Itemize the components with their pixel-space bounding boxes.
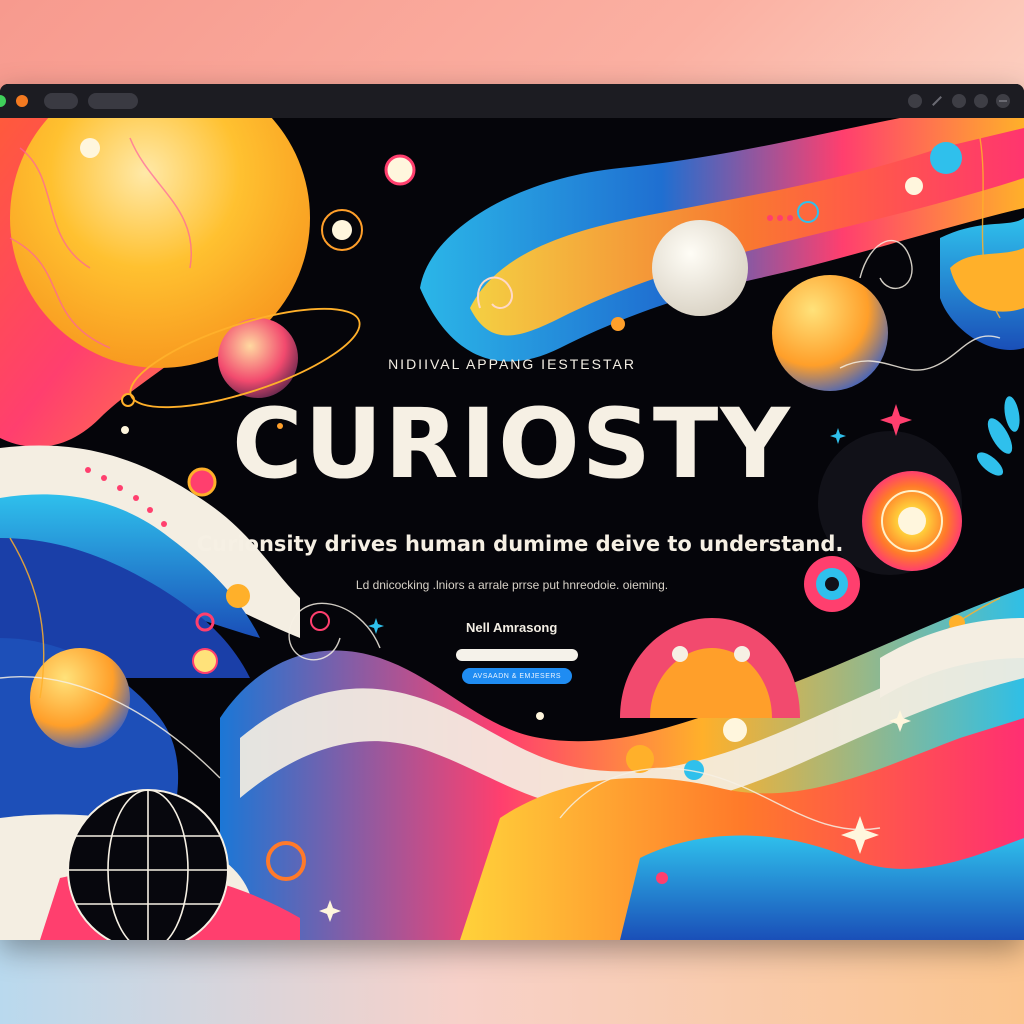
background-glow bbox=[0, 934, 1024, 1024]
browser-window: NIDIIVAL APPANG IESTESTAR CURIOSTY Curio… bbox=[0, 84, 1024, 940]
email-field[interactable] bbox=[456, 649, 578, 661]
hero-subtitle: Curionsity drives human dumime deive to … bbox=[196, 532, 844, 556]
maximize-dot-icon[interactable] bbox=[0, 95, 6, 107]
abstract-space-illustration bbox=[0, 118, 1024, 940]
title-bar bbox=[0, 84, 1024, 119]
hero-eyebrow: NIDIIVAL APPANG IESTESTAR bbox=[388, 356, 636, 372]
hero-tagline: Ld dnicocking .lniors a arrale prrse put… bbox=[355, 578, 669, 592]
minimize-dot-icon[interactable] bbox=[16, 95, 28, 107]
back-icon[interactable] bbox=[908, 94, 922, 108]
circle-icon[interactable] bbox=[974, 94, 988, 108]
author-name: Nell Amrasong bbox=[466, 620, 558, 635]
hero-canvas: NIDIIVAL APPANG IESTESTAR CURIOSTY Curio… bbox=[0, 118, 1024, 940]
hero-title: CURIOSTY bbox=[232, 388, 792, 500]
cta-button[interactable]: AVSAADN & EMJESERS bbox=[462, 668, 572, 684]
circle-icon[interactable] bbox=[952, 94, 966, 108]
minimize-icon[interactable] bbox=[996, 94, 1010, 108]
tab-2[interactable] bbox=[88, 93, 138, 109]
close-icon[interactable] bbox=[930, 94, 944, 108]
tab-1[interactable] bbox=[44, 93, 78, 109]
